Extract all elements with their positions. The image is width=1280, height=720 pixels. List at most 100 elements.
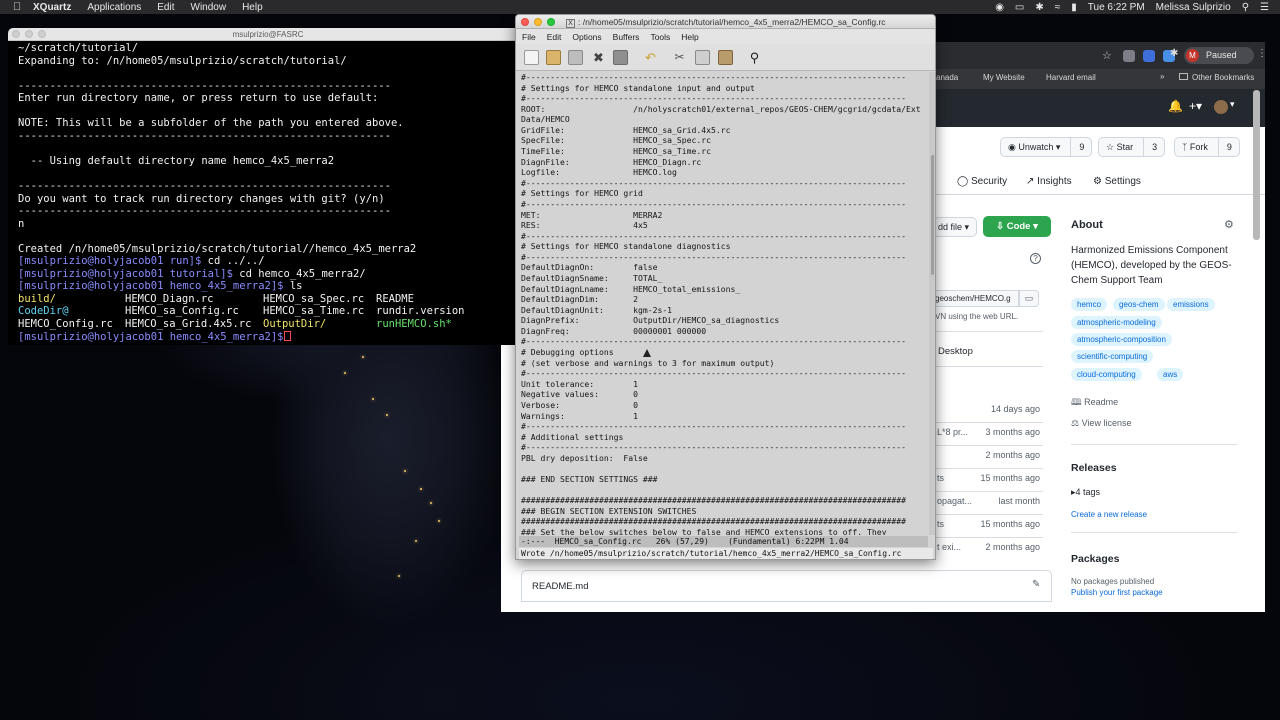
clock[interactable]: Tue 6:22 PM: [1088, 2, 1145, 13]
copy-url-button[interactable]: ▭: [1019, 290, 1039, 307]
topic-tag[interactable]: cloud-computing: [1071, 368, 1142, 381]
clone-url-field[interactable]: geoschem/HEMCO.g: [931, 290, 1019, 307]
bookmark-item[interactable]: Harvard email: [1046, 73, 1096, 82]
open-folder-icon[interactable]: [546, 50, 561, 65]
bookmark-item[interactable]: My Website: [983, 73, 1025, 82]
close-button[interactable]: [12, 30, 20, 38]
extensions-puzzle-icon[interactable]: ✱: [1170, 48, 1178, 59]
commit-message[interactable]: ts: [937, 519, 944, 529]
extension-icon[interactable]: [1143, 50, 1155, 62]
tab-insights[interactable]: ↗ Insights: [1026, 176, 1072, 187]
edit-pencil-icon[interactable]: ✎: [1032, 579, 1040, 590]
emacs-window[interactable]: X: /n/home05/msulprizio/scratch/tutorial…: [515, 14, 936, 560]
emacs-scrollbar[interactable]: [929, 72, 935, 535]
display-icon[interactable]: ▭: [1015, 2, 1024, 13]
create-new-icon[interactable]: +▾: [1189, 99, 1202, 113]
bluetooth-icon[interactable]: ✱: [1035, 2, 1043, 13]
chevron-down-icon[interactable]: ▾: [1230, 99, 1235, 110]
emacs-scroll-thumb[interactable]: [931, 155, 934, 275]
notifications-icon[interactable]: 🔔: [1168, 99, 1183, 113]
commit-message[interactable]: opagat...: [937, 496, 972, 506]
menu-edit[interactable]: Edit: [157, 2, 174, 13]
control-center-icon[interactable]: ☰: [1260, 2, 1269, 13]
topic-tag[interactable]: emissions: [1167, 298, 1215, 311]
close-button[interactable]: [521, 18, 529, 26]
commit-message[interactable]: ts: [937, 473, 944, 483]
battery-icon[interactable]: ▮: [1071, 2, 1077, 13]
zoom-button[interactable]: [547, 18, 555, 26]
readme-link[interactable]: 🕮 Readme: [1071, 395, 1118, 411]
readme-filename[interactable]: README.md: [532, 581, 588, 592]
create-release-link[interactable]: Create a new release: [1071, 510, 1147, 519]
paste-icon[interactable]: [718, 50, 733, 65]
tags-link[interactable]: ▸4 tags: [1071, 487, 1100, 498]
emacs-buffer[interactable]: #---------------------------------------…: [519, 72, 928, 535]
topic-tag[interactable]: scientific-computing: [1071, 350, 1154, 363]
apple-menu-icon[interactable]: : [13, 1, 25, 13]
emacs-menu-tools[interactable]: Tools: [650, 32, 670, 42]
bookmarks-overflow-icon[interactable]: »: [1160, 72, 1164, 81]
user-avatar[interactable]: [1214, 100, 1228, 114]
bookmark-star-icon[interactable]: ☆: [1102, 49, 1112, 62]
new-file-icon[interactable]: [524, 50, 539, 65]
cut-icon[interactable]: ✂: [672, 50, 687, 65]
emacs-menu-options[interactable]: Options: [572, 32, 601, 42]
wifi-icon[interactable]: ≈: [1055, 2, 1061, 13]
record-icon[interactable]: ◉: [995, 2, 1004, 13]
emacs-titlebar[interactable]: X: /n/home05/msulprizio/scratch/tutorial…: [516, 15, 935, 29]
menu-app-name[interactable]: XQuartz: [33, 2, 71, 13]
terminal-line: ----------------------------------------…: [18, 205, 391, 218]
topic-tag[interactable]: geos-chem: [1113, 298, 1165, 311]
emacs-menu-help[interactable]: Help: [681, 32, 698, 42]
code-button[interactable]: ⇩ Code ▾: [983, 216, 1051, 237]
help-icon[interactable]: ?: [1030, 253, 1041, 264]
bookmark-other[interactable]: Other Bookmarks: [1192, 73, 1254, 82]
copy-icon[interactable]: [695, 50, 710, 65]
commit-message[interactable]: L*8 pr...: [937, 427, 968, 437]
open-with-desktop[interactable]: Desktop: [938, 346, 973, 357]
undo-icon[interactable]: ↶: [643, 50, 658, 65]
spotlight-icon[interactable]: ⚲: [1242, 2, 1249, 13]
terminal-titlebar[interactable]: msulprizio@FASRC: [8, 28, 528, 41]
tab-settings[interactable]: ⚙ Settings: [1093, 176, 1141, 187]
fork-button[interactable]: ᛉ Fork 9: [1174, 137, 1240, 157]
browser-scrollbar[interactable]: [1253, 90, 1260, 240]
terminal-window[interactable]: msulprizio@FASRC ~/scratch/tutorial/Expa…: [8, 28, 528, 345]
emacs-menu-file[interactable]: File: [522, 32, 536, 42]
settings-gear-icon[interactable]: ⚙: [1224, 218, 1234, 231]
menu-applications[interactable]: Applications: [87, 2, 141, 13]
star-button[interactable]: ☆ Star 3: [1098, 137, 1166, 157]
unwatch-button[interactable]: ◉ Unwatch ▾ 9: [1000, 137, 1093, 157]
save-icon[interactable]: [568, 50, 583, 65]
publish-package-link[interactable]: Publish your first package: [1071, 588, 1163, 597]
extension-icon[interactable]: [1123, 50, 1135, 62]
menu-window[interactable]: Window: [191, 2, 227, 13]
topic-tag[interactable]: aws: [1157, 368, 1184, 381]
browser-menu-icon[interactable]: ⋮: [1257, 48, 1265, 59]
topic-tag[interactable]: atmospheric-modeling: [1071, 316, 1162, 329]
terminal-output[interactable]: ~/scratch/tutorial/Expanding to: /n/home…: [8, 41, 528, 344]
buffer-line: DiagnPrefix: OutputDir/HEMCO_sa_diagnost…: [521, 315, 780, 326]
buffer-line: ### BEGIN SECTION EXTENSION SWITCHES: [521, 505, 697, 516]
save-disk-icon[interactable]: [613, 50, 628, 65]
releases-heading[interactable]: Releases: [1071, 462, 1117, 474]
zoom-button[interactable]: [38, 30, 46, 38]
menu-help[interactable]: Help: [242, 2, 263, 13]
emacs-menu-edit[interactable]: Edit: [547, 32, 562, 42]
topic-tag[interactable]: hemco: [1071, 298, 1108, 311]
packages-heading[interactable]: Packages: [1071, 553, 1119, 565]
add-file-button[interactable]: dd file ▾: [931, 217, 978, 237]
search-icon[interactable]: ⚲: [747, 50, 762, 65]
user-name[interactable]: Melissa Sulprizio: [1156, 2, 1231, 13]
terminal-command-line: [msulprizio@holyjacob01 hemco_4x5_merra2…: [18, 280, 303, 293]
minimize-button[interactable]: [25, 30, 33, 38]
profile-avatar[interactable]: M: [1186, 49, 1199, 62]
commit-message[interactable]: t exi...: [937, 542, 961, 552]
close-buffer-icon[interactable]: ✖: [591, 50, 606, 65]
license-link[interactable]: ⚖ View license: [1071, 418, 1131, 429]
tab-security[interactable]: ◯ Security: [957, 176, 1007, 187]
minimize-button[interactable]: [534, 18, 542, 26]
bookmark-item[interactable]: anada: [936, 73, 958, 82]
topic-tag[interactable]: atmospheric-composition: [1071, 333, 1172, 346]
emacs-menu-buffers[interactable]: Buffers: [613, 32, 640, 42]
